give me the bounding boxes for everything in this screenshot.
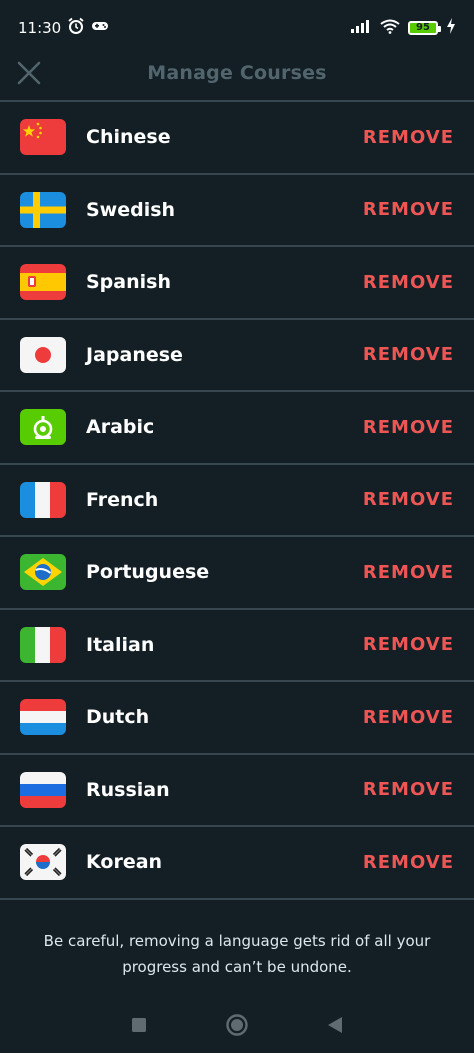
- course-name: Korean: [86, 851, 163, 874]
- charging-icon: [446, 18, 456, 38]
- remove-italian-button[interactable]: REMOVE: [363, 634, 454, 655]
- remove-russian-button[interactable]: REMOVE: [363, 779, 454, 800]
- course-name: Japanese: [86, 343, 183, 366]
- status-left: 11:30: [18, 17, 109, 39]
- recent-apps-button[interactable]: [119, 1005, 159, 1045]
- course-name: Spanish: [86, 271, 171, 294]
- wifi-icon: [380, 19, 400, 38]
- course-name: Italian: [86, 633, 155, 656]
- gamepad-icon: [91, 19, 109, 37]
- netherlands-flag-icon: [20, 699, 66, 736]
- home-button[interactable]: [217, 1005, 257, 1045]
- brazil-flag-icon: [20, 554, 66, 591]
- remove-korean-button[interactable]: REMOVE: [363, 852, 454, 873]
- course-name: Arabic: [86, 416, 155, 439]
- remove-japanese-button[interactable]: REMOVE: [363, 344, 454, 365]
- warning-message: Be careful, removing a language gets rid…: [30, 928, 444, 980]
- manage-courses-screen: 11:30 95 Manage Courses Chinese REMOVE S…: [0, 0, 474, 1053]
- france-flag-icon: [20, 481, 66, 518]
- russia-flag-icon: [20, 771, 66, 808]
- warning-line-1: Be careful, removing a language gets rid…: [43, 932, 431, 950]
- course-row-french: French REMOVE: [0, 465, 474, 536]
- course-row-italian: Italian REMOVE: [0, 610, 474, 681]
- remove-arabic-button[interactable]: REMOVE: [363, 417, 454, 438]
- arabic-flag-icon: [20, 409, 66, 446]
- course-row-swedish: Swedish REMOVE: [0, 175, 474, 246]
- course-row-arabic: Arabic REMOVE: [0, 392, 474, 463]
- italy-flag-icon: [20, 626, 66, 663]
- course-row-dutch: Dutch REMOVE: [0, 682, 474, 753]
- alarm-icon: [67, 17, 85, 39]
- korea-flag-icon: [20, 844, 66, 881]
- page-title: Manage Courses: [147, 62, 327, 84]
- remove-french-button[interactable]: REMOVE: [363, 489, 454, 510]
- remove-spanish-button[interactable]: REMOVE: [363, 272, 454, 293]
- course-row-portuguese: Portuguese REMOVE: [0, 537, 474, 608]
- course-name: Russian: [86, 778, 170, 801]
- close-button[interactable]: [14, 58, 44, 88]
- china-flag-icon: [20, 119, 66, 156]
- course-name: Swedish: [86, 198, 176, 221]
- course-name: Dutch: [86, 706, 150, 729]
- remove-dutch-button[interactable]: REMOVE: [363, 707, 454, 728]
- japan-flag-icon: [20, 336, 66, 373]
- close-icon: [17, 61, 41, 85]
- course-row-russian: Russian REMOVE: [0, 755, 474, 826]
- remove-chinese-button[interactable]: REMOVE: [363, 127, 454, 148]
- navigation-bar: [0, 1000, 474, 1050]
- remove-swedish-button[interactable]: REMOVE: [363, 199, 454, 220]
- status-time: 11:30: [18, 19, 62, 37]
- header: Manage Courses: [0, 46, 474, 100]
- course-name: French: [86, 488, 159, 511]
- sweden-flag-icon: [20, 191, 66, 228]
- course-list: Chinese REMOVE Swedish REMOVE Spanish RE…: [0, 100, 474, 900]
- circle-icon: [226, 1014, 248, 1036]
- course-name: Portuguese: [86, 561, 210, 584]
- square-icon: [132, 1018, 146, 1032]
- spain-flag-icon: [20, 264, 66, 301]
- signal-icon: [350, 19, 372, 37]
- back-button[interactable]: [315, 1005, 355, 1045]
- battery-indicator: 95: [408, 21, 441, 35]
- triangle-back-icon: [328, 1017, 342, 1033]
- course-name: Chinese: [86, 126, 171, 149]
- warning-line-2: progress and can’t be undone.: [122, 958, 352, 976]
- remove-portuguese-button[interactable]: REMOVE: [363, 562, 454, 583]
- course-row-chinese: Chinese REMOVE: [0, 102, 474, 173]
- divider: [0, 897, 474, 900]
- status-right: 95: [350, 18, 456, 38]
- course-row-korean: Korean REMOVE: [0, 827, 474, 898]
- course-row-japanese: Japanese REMOVE: [0, 320, 474, 391]
- course-row-spanish: Spanish REMOVE: [0, 247, 474, 318]
